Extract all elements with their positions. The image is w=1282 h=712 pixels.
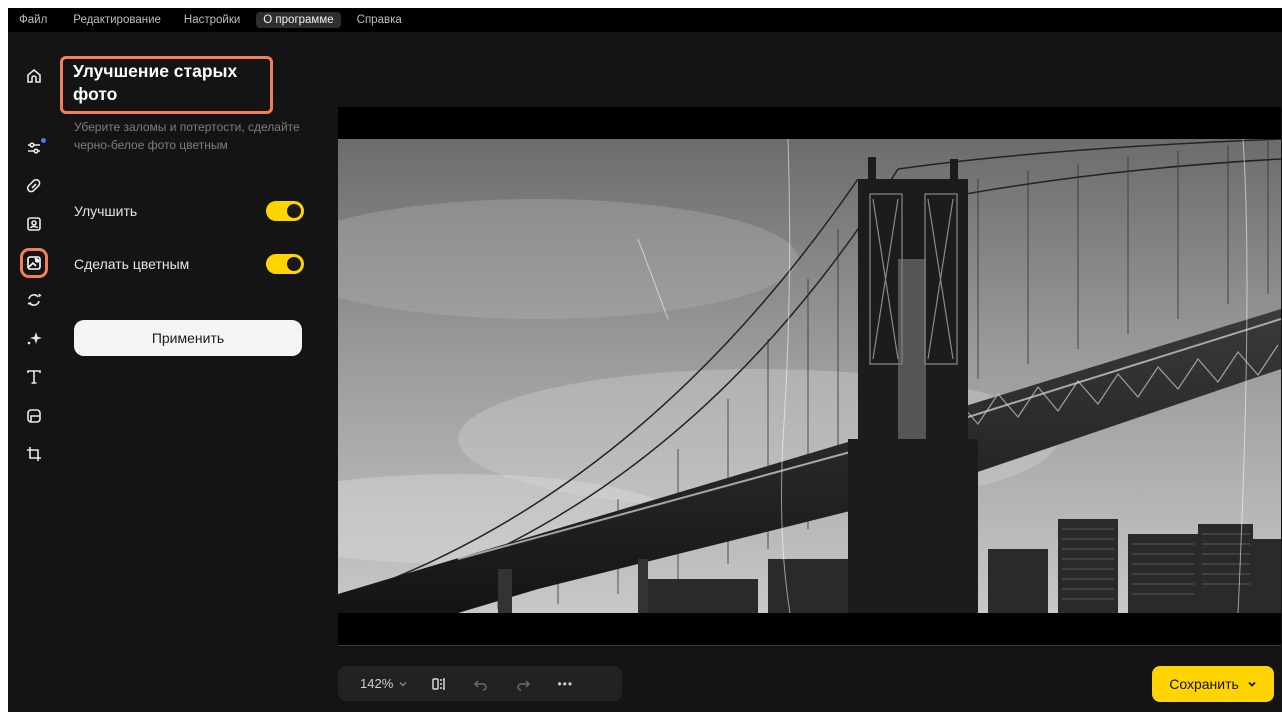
tool-rail xyxy=(8,32,60,712)
eraser-icon[interactable] xyxy=(22,174,46,198)
toggle-enhance[interactable] xyxy=(266,201,304,221)
panel-subtitle: Уберите заломы и потертости, сделайте че… xyxy=(74,120,300,152)
canvas-divider xyxy=(338,645,1281,646)
menu-edit[interactable]: Редактирование xyxy=(66,12,168,28)
replace-icon[interactable] xyxy=(22,288,46,312)
save-button[interactable]: Сохранить xyxy=(1152,666,1274,702)
bottom-toolbar: 142% ••• xyxy=(338,666,622,701)
menu-settings[interactable]: Настройки xyxy=(177,12,247,28)
panel-title: Улучшение старых фото xyxy=(73,61,238,104)
menu-about[interactable]: О программе xyxy=(256,12,341,28)
more-options-icon[interactable]: ••• xyxy=(555,674,575,694)
undo-icon[interactable] xyxy=(471,674,491,694)
sparkle-icon[interactable] xyxy=(22,326,46,350)
toggle-knob xyxy=(287,257,301,271)
photo-restore-icon[interactable] xyxy=(20,248,48,278)
redo-icon[interactable] xyxy=(513,674,533,694)
toggle-colorize-label: Сделать цветным xyxy=(74,256,190,272)
crop-icon[interactable] xyxy=(22,442,46,466)
save-button-label: Сохранить xyxy=(1169,676,1239,692)
zoom-dropdown[interactable]: 142% xyxy=(360,676,407,691)
toggle-knob xyxy=(287,204,301,218)
compare-icon[interactable] xyxy=(429,674,449,694)
photo-editor-window: Файл Редактирование Настройки О программ… xyxy=(8,8,1282,712)
chevron-down-icon xyxy=(1248,681,1256,687)
menu-help[interactable]: Справка xyxy=(350,12,409,28)
bridge-photo xyxy=(338,139,1281,613)
notification-dot xyxy=(41,138,46,143)
portrait-icon[interactable] xyxy=(22,212,46,236)
toggle-row-enhance: Улучшить xyxy=(74,200,304,222)
menu-bar: Файл Редактирование Настройки О программ… xyxy=(8,8,1282,32)
zoom-value: 142% xyxy=(360,676,394,691)
apply-button[interactable]: Применить xyxy=(74,320,302,356)
toggle-colorize[interactable] xyxy=(266,254,304,274)
text-icon[interactable] xyxy=(22,365,46,389)
chevron-down-icon xyxy=(399,681,407,686)
menu-file[interactable]: Файл xyxy=(12,12,54,28)
frame-icon[interactable] xyxy=(22,404,46,428)
home-icon[interactable] xyxy=(22,64,46,88)
image-canvas[interactable] xyxy=(338,107,1281,645)
toggle-row-colorize: Сделать цветным xyxy=(74,253,304,275)
toggle-enhance-label: Улучшить xyxy=(74,203,138,219)
adjustments-icon[interactable] xyxy=(22,136,46,160)
